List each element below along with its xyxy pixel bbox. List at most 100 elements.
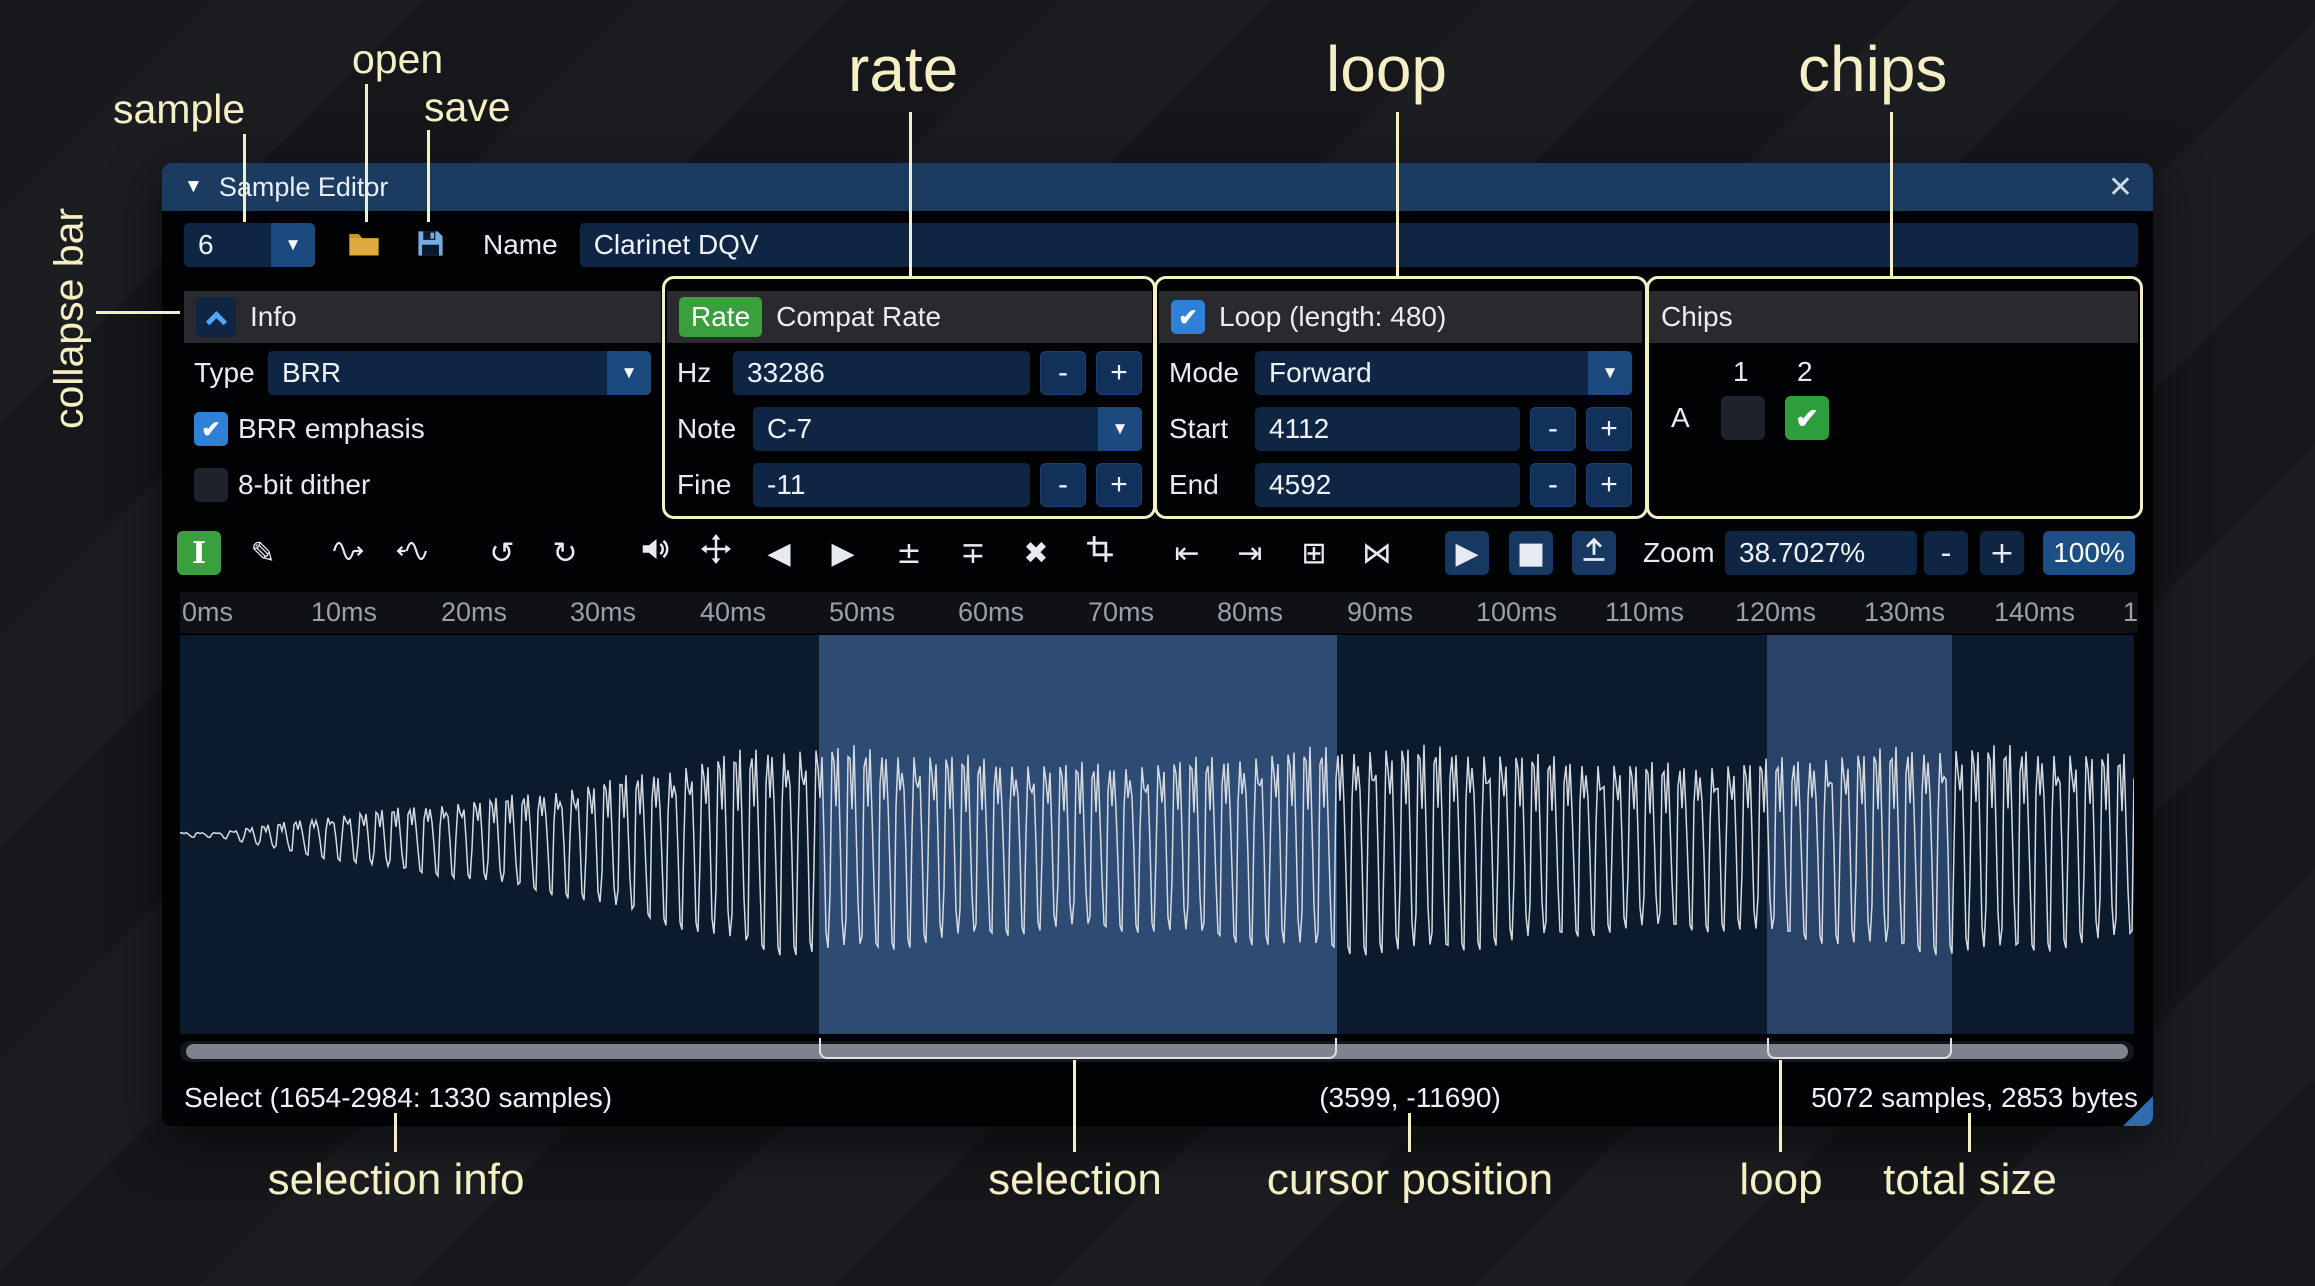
filter-button[interactable]: ⋈ [1355, 531, 1399, 575]
window-titlebar[interactable]: ▼ Sample Editor ✕ [162, 163, 2153, 211]
timeline-ruler[interactable]: 0ms 10ms 20ms 30ms 40ms 50ms 60ms 70ms 8… [180, 592, 2138, 633]
move-arrows-icon [701, 534, 731, 572]
brr-emphasis-checkbox[interactable]: ✔ [194, 412, 228, 446]
silence-button[interactable]: ✖ [1014, 531, 1058, 575]
check-icon: ✔ [201, 416, 220, 443]
chevron-down-icon[interactable]: ▼ [271, 223, 315, 267]
info-section: Info Type BRR ▼ ✔ BRR emphasis ✔ 8-bi [184, 291, 661, 517]
name-input[interactable] [580, 223, 2138, 267]
resize-button[interactable] [694, 531, 738, 575]
zoom-in-button[interactable]: + [1980, 531, 2024, 575]
chevron-down-icon[interactable]: ▼ [1098, 407, 1142, 451]
draw-tool-button[interactable]: ✎ [241, 531, 285, 575]
speaker-icon [639, 534, 669, 572]
waveform-canvas[interactable] [180, 635, 2134, 1034]
zoom-reset-button[interactable]: 100% [2043, 531, 2135, 575]
annotation-total-size: total size [1883, 1155, 2057, 1205]
loop-enable-checkbox[interactable]: ✔ [1171, 300, 1205, 334]
info-section-header: Info [184, 291, 661, 343]
loop-start-input[interactable] [1255, 407, 1520, 451]
loop-mode-select[interactable]: Forward ▼ [1255, 351, 1632, 395]
pencil-icon: ✎ [250, 536, 275, 571]
annotation-selection: selection [988, 1155, 1162, 1205]
note-select[interactable]: C-7 ▼ [753, 407, 1142, 451]
loop-section: ✔ Loop (length: 480) Mode Forward ▼ Star… [1159, 291, 1642, 517]
annotation-selection-info: selection info [268, 1155, 525, 1205]
ruler-label: 20ms [441, 592, 507, 633]
note-value: C-7 [753, 413, 1098, 445]
fade-out-button[interactable]: ∓ [951, 531, 995, 575]
loop-start-plus-button[interactable]: + [1586, 407, 1632, 451]
sample-number-select[interactable]: 6 ▼ [184, 223, 315, 267]
hz-input[interactable] [733, 351, 1030, 395]
chips-section-title: Chips [1661, 301, 1733, 333]
triangle-right-icon: ▶ [831, 536, 854, 571]
status-bar: Select (1654-2984: 1330 samples) (3599, … [162, 1075, 2153, 1121]
chip-2-checkbox[interactable]: ✔ [1785, 396, 1829, 440]
sample-number-value: 6 [184, 229, 271, 261]
dither-checkbox[interactable]: ✔ [194, 468, 228, 502]
create-instrument-button[interactable] [1572, 531, 1616, 575]
play-icon: ▶ [1455, 536, 1478, 571]
chip-1-checkbox[interactable]: ✔ [1721, 396, 1765, 440]
trim-button[interactable] [1078, 531, 1122, 575]
hz-minus-button[interactable]: - [1040, 351, 1086, 395]
window-title: Sample Editor [219, 172, 389, 203]
invert-button[interactable]: ▶ [821, 531, 865, 575]
chips-section: Chips 1 2 A ✔ ✔ [1649, 291, 2138, 517]
floppy-disk-icon [416, 229, 445, 261]
resample-button[interactable] [326, 531, 370, 575]
apply-silence-button[interactable]: ⇥ [1228, 531, 1272, 575]
chevron-down-icon[interactable]: ▼ [1588, 351, 1632, 395]
fine-plus-button[interactable]: + [1096, 463, 1142, 507]
wavetable-button[interactable] [390, 531, 434, 575]
fine-label: Fine [677, 469, 743, 501]
redo-button[interactable]: ↻ [543, 531, 587, 575]
save-button[interactable] [407, 222, 453, 268]
fine-input[interactable] [753, 463, 1030, 507]
name-label: Name [483, 229, 558, 261]
rate-section-title: Compat Rate [776, 301, 941, 333]
hz-plus-button[interactable]: + [1096, 351, 1142, 395]
loop-mode-label: Mode [1169, 357, 1245, 389]
type-select[interactable]: BRR ▼ [268, 351, 651, 395]
ruler-label: 60ms [958, 592, 1024, 633]
resize-grip[interactable] [2123, 1096, 2153, 1126]
select-tool-button[interactable]: I [177, 531, 221, 575]
ruler-label: 140ms [1994, 592, 2075, 633]
window-collapse-icon[interactable]: ▼ [184, 176, 203, 198]
adjust-button[interactable]: ⊞ [1292, 531, 1336, 575]
amplify-button[interactable] [632, 531, 676, 575]
loop-end-input[interactable] [1255, 463, 1520, 507]
ruler-label: 10ms [311, 592, 377, 633]
loop-end-minus-button[interactable]: - [1530, 463, 1576, 507]
ruler-label: 90ms [1347, 592, 1413, 633]
preview-button[interactable]: ▶ [1445, 531, 1489, 575]
loop-start-minus-button[interactable]: - [1530, 407, 1576, 451]
triangle-left-icon: ◀ [767, 536, 790, 571]
total-size-text: 5072 samples, 2853 bytes [1811, 1075, 2138, 1121]
stop-preview-button[interactable]: ■ [1509, 531, 1553, 575]
zoom-input[interactable] [1725, 531, 1917, 575]
redo-icon: ↻ [552, 536, 577, 571]
undo-button[interactable]: ↺ [480, 531, 524, 575]
check-icon: ✔ [1178, 304, 1197, 331]
zoom-out-button[interactable]: - [1924, 531, 1968, 575]
insert-silence-button[interactable]: ⇤ [1165, 531, 1209, 575]
close-icon[interactable]: ✕ [2108, 163, 2133, 211]
open-button[interactable] [341, 222, 387, 268]
waveform-scrollbar[interactable] [180, 1041, 2134, 1062]
collapse-info-button[interactable] [196, 297, 236, 337]
ruler-label: 70ms [1088, 592, 1154, 633]
chevron-up-icon [205, 311, 226, 332]
crop-icon [1086, 535, 1114, 571]
loop-end-plus-button[interactable]: + [1586, 463, 1632, 507]
fade-in-button[interactable]: ± [887, 531, 931, 575]
chevron-down-icon[interactable]: ▼ [607, 351, 651, 395]
scrollbar-thumb[interactable] [186, 1044, 2128, 1059]
fine-minus-button[interactable]: - [1040, 463, 1086, 507]
waveform-right-icon [333, 536, 363, 571]
zoom-label: Zoom [1643, 527, 1715, 579]
reverse-button[interactable]: ◀ [757, 531, 801, 575]
selection-info-text: Select (1654-2984: 1330 samples) [184, 1075, 612, 1121]
